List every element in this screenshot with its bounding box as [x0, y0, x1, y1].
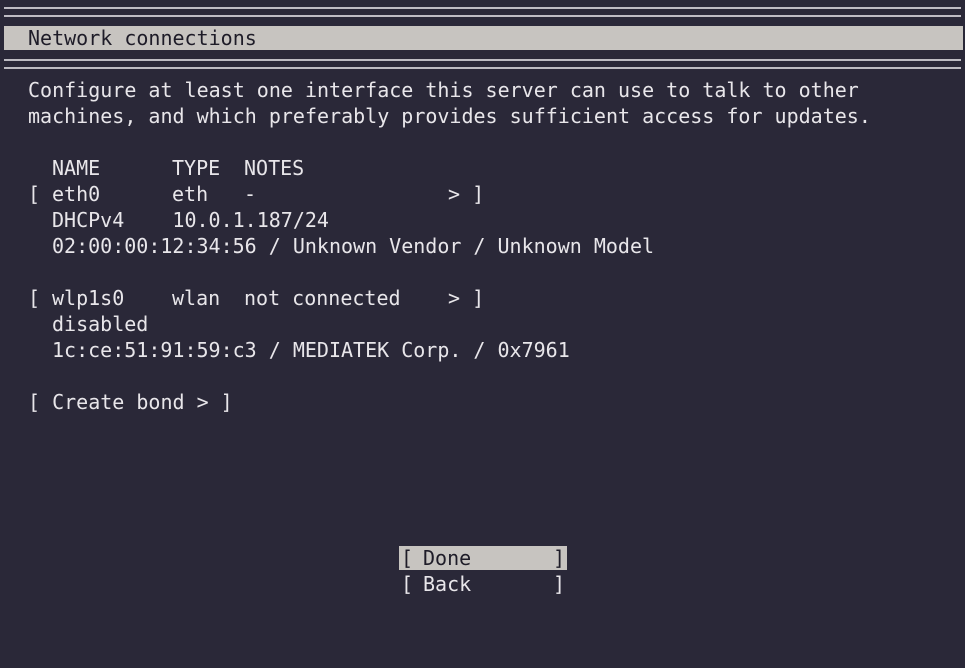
title-separator	[4, 59, 961, 69]
interface-row-wlp1s0[interactable]: [ wlp1s0 wlan not connected > ]	[0, 285, 500, 311]
column-header-name: NAME	[52, 156, 101, 180]
interface-address: DHCPv4 10.0.1.187/24	[52, 208, 329, 232]
interface-type: eth	[172, 182, 209, 206]
table-header: NAME TYPE NOTES	[0, 155, 965, 181]
create-bond-button[interactable]: [ Create bond > ]	[28, 389, 233, 415]
button-close-bracket: ]	[552, 572, 565, 596]
row-menu-indicator: > ]	[448, 182, 485, 206]
interface-hardware: 02:00:00:12:34:56 / Unknown Vendor / Unk…	[52, 234, 655, 258]
column-header-type: TYPE	[172, 156, 221, 180]
interface-name: wlp1s0	[52, 286, 125, 310]
interface-row-eth0[interactable]: [ eth0 eth - > ]	[0, 181, 500, 207]
column-header-notes: NOTES	[244, 156, 305, 180]
button-open-bracket: [	[401, 572, 414, 596]
interface-name: eth0	[52, 182, 101, 206]
intro-line-2: machines, and which preferably provides …	[28, 104, 871, 128]
back-button[interactable]: [ Back ]	[399, 572, 567, 596]
interface-status: disabled	[52, 312, 149, 336]
row-menu-indicator: > ]	[448, 286, 485, 310]
done-button[interactable]: [ Done ]	[399, 546, 567, 570]
interface-notes: not connected	[244, 286, 401, 310]
row-open-bracket: [	[28, 182, 41, 206]
intro-line-1: Configure at least one interface this se…	[28, 78, 859, 102]
interface-type: wlan	[172, 286, 221, 310]
interface-hardware: 1c:ce:51:91:59:c3 / MEDIATEK Corp. / 0x7…	[52, 338, 570, 362]
title-bar: Network connections	[4, 26, 963, 50]
done-button-label: Done	[423, 546, 472, 570]
row-open-bracket: [	[28, 286, 41, 310]
page-title: Network connections	[28, 26, 257, 50]
back-button-label: Back	[423, 572, 472, 596]
top-separator	[4, 7, 961, 17]
button-close-bracket: ]	[552, 546, 565, 570]
button-open-bracket: [	[401, 546, 414, 570]
interface-notes: -	[244, 182, 257, 206]
